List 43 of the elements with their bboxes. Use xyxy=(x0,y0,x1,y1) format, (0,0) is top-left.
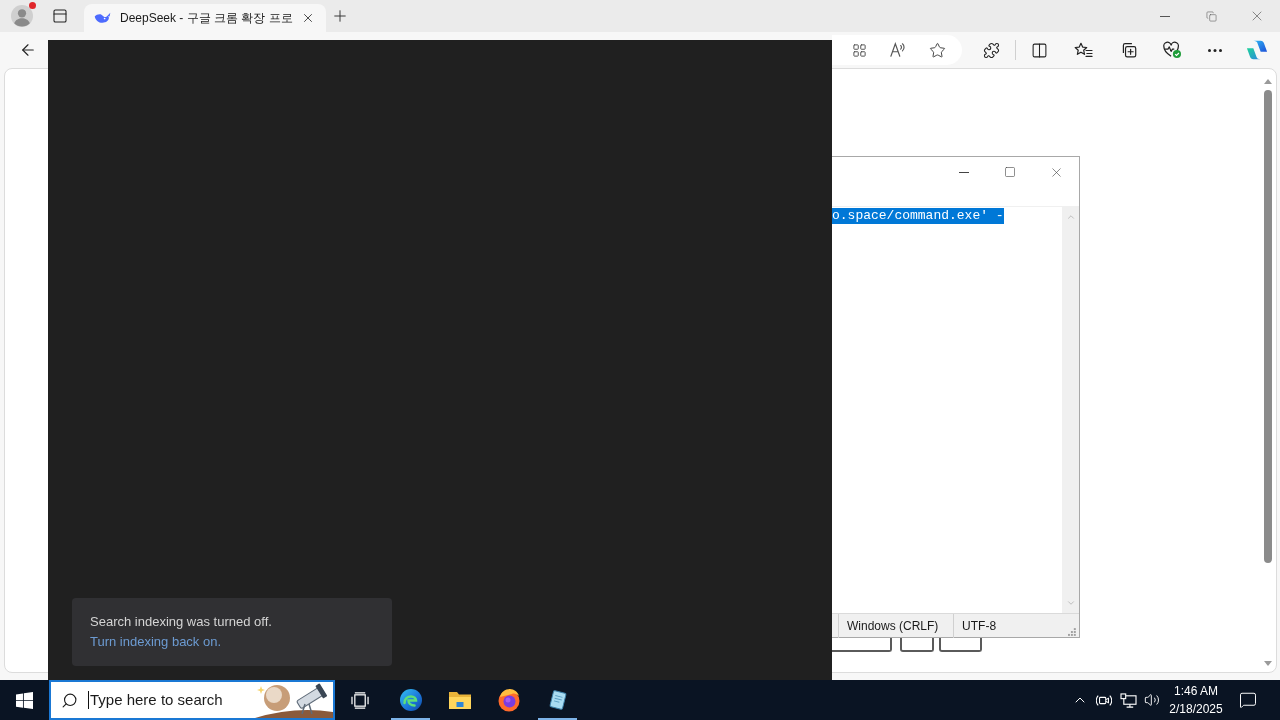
volume-icon xyxy=(1144,692,1160,708)
scrollbar-thumb[interactable] xyxy=(1264,90,1272,563)
taskbar-clock[interactable]: 1:46 AM 2/18/2025 xyxy=(1164,680,1228,720)
minimize-icon xyxy=(1160,15,1170,17)
scroll-down-icon[interactable] xyxy=(1264,661,1272,666)
whale-icon xyxy=(94,11,111,25)
vertical-scrollbar[interactable] xyxy=(1062,207,1079,613)
logo-icon xyxy=(1246,39,1268,61)
star-list-icon xyxy=(1073,41,1093,59)
heart-check-icon xyxy=(1162,41,1182,59)
scroll-up-icon[interactable] xyxy=(1264,79,1272,84)
star-icon xyxy=(928,41,946,59)
split-screen-icon xyxy=(1030,41,1048,59)
network-icon xyxy=(1119,692,1137,708)
scroll-up-icon xyxy=(1065,212,1076,222)
folder-icon xyxy=(447,690,472,710)
close-icon xyxy=(301,11,315,25)
notice-message: Search indexing was turned off. xyxy=(90,613,273,631)
more-icon xyxy=(1208,48,1222,52)
profile-button[interactable] xyxy=(10,4,34,28)
grid-icon xyxy=(851,42,867,58)
scroll-down-icon xyxy=(1065,598,1076,608)
restore-icon xyxy=(1205,10,1217,22)
windows-logo-icon xyxy=(15,691,33,709)
maximize-icon xyxy=(1004,166,1016,178)
address-bar[interactable] xyxy=(832,35,962,65)
browser-tab[interactable]: DeepSeek - 구글 크롬 확장 프로 xyxy=(84,4,326,32)
status-text: Windows (CRLF) xyxy=(847,617,939,635)
search-icon xyxy=(61,691,78,709)
status-text: UTF-8 xyxy=(962,617,997,635)
read-aloud-icon xyxy=(889,42,907,58)
turn-on-indexing-link[interactable]: Turn indexing back on. xyxy=(90,632,222,652)
plus-icon xyxy=(331,7,349,25)
search-box[interactable]: Type here to search xyxy=(49,680,335,720)
puzzle-icon xyxy=(982,41,1000,59)
panel-icon xyxy=(52,8,68,24)
minimize-icon xyxy=(959,171,969,173)
avatar-icon xyxy=(11,5,33,27)
speech-bubble-icon xyxy=(1239,691,1257,709)
window-stack-icon xyxy=(350,691,370,709)
flame-globe-icon xyxy=(496,688,521,712)
search-input[interactable]: Type here to search xyxy=(90,688,240,712)
swirl-logo-icon xyxy=(398,688,423,712)
